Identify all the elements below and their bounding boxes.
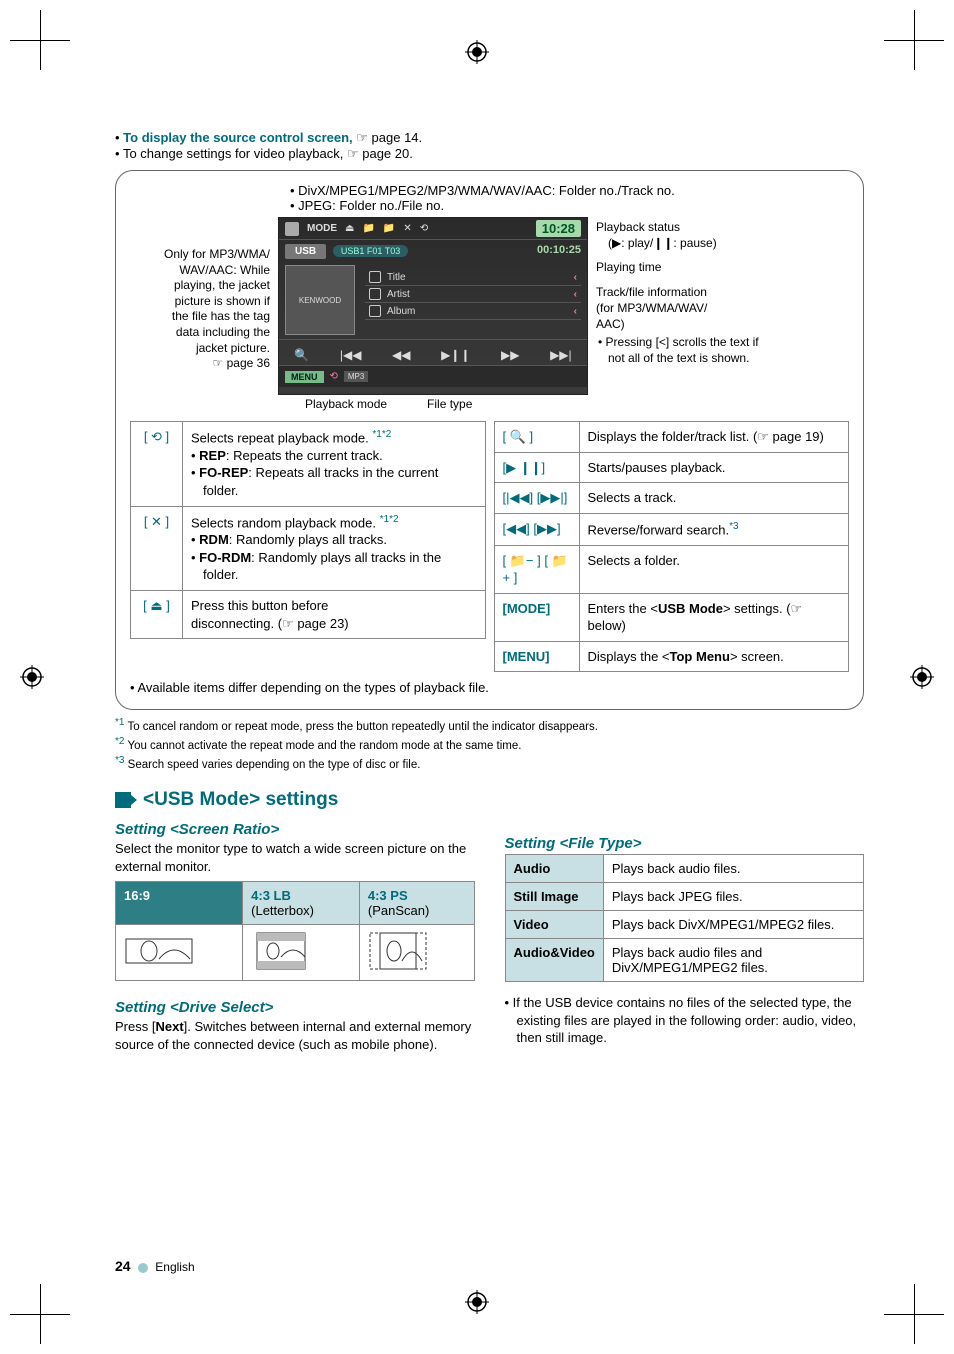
- chevron-left-icon: ‹: [574, 306, 577, 317]
- disc-icon: [369, 305, 381, 317]
- loop-indicator-icon: ⟲: [330, 371, 338, 382]
- drive-select-heading: Setting <Drive Select>: [115, 999, 475, 1016]
- jacket-note: Only for MP3/WMA/ WAV/AAC: While playing…: [130, 217, 270, 372]
- right-annotations: Playback status (▶: play/❙❙: pause) Play…: [596, 217, 766, 375]
- repeat-icon: ⟲: [420, 223, 428, 234]
- top-bullet-2: JPEG: Folder no./File no.: [290, 198, 849, 213]
- play-time: 00:10:25: [537, 244, 581, 256]
- artist-label: Artist: [387, 289, 410, 300]
- registration-mark-icon: [20, 665, 44, 689]
- chevron-left-icon: ‹: [574, 289, 577, 300]
- controls-table-right: [ 🔍 ]Displays the folder/track list. (☞ …: [494, 421, 850, 672]
- playback-mode-label: Playback mode: [305, 397, 387, 411]
- search-key: [◀◀] [▶▶]: [494, 513, 579, 545]
- folder-minus-icon: 📁: [362, 223, 374, 234]
- registration-mark-icon: [465, 40, 489, 64]
- menu-key: [MENU]: [494, 641, 579, 672]
- screen-ratio-para: Select the monitor type to watch a wide …: [115, 840, 475, 875]
- registration-mark-icon: [910, 665, 934, 689]
- note-icon: [369, 271, 381, 283]
- eject-icon: ⏏: [345, 223, 354, 234]
- drive-select-para: Press [Next]. Switches between internal …: [115, 1018, 475, 1053]
- pointer-icon: ☞: [356, 130, 368, 145]
- ratio-4-3-ps-icon: [368, 931, 428, 971]
- clock-display: 10:28: [536, 220, 581, 237]
- intro-line2-suffix: page 20.: [359, 146, 413, 161]
- folder-plus-icon: 📁: [383, 223, 395, 234]
- intro-list: To display the source control screen, ☞ …: [115, 130, 864, 162]
- intro-line2-pre: To change settings for video playback,: [123, 146, 347, 161]
- folder-key: [ 📁− ] [ 📁+ ]: [494, 545, 579, 593]
- random-mode-key: [ ✕ ]: [131, 506, 183, 591]
- repeat-mode-key: [ ⟲ ]: [131, 422, 183, 507]
- shuffle-icon: ✕: [403, 223, 411, 234]
- footer-dot-icon: [138, 1263, 148, 1273]
- ratio-table: 16:9 4:3 LB(Letterbox) 4:3 PS(PanScan): [115, 881, 475, 981]
- section-heading: <USB Mode> settings: [115, 789, 864, 811]
- intro-line1-suffix: page 14.: [368, 130, 422, 145]
- filetype-badge: MP3: [344, 371, 368, 382]
- play-pause-icon: ▶❙❙: [441, 348, 470, 362]
- intro-line1-bold: To display the source control screen,: [123, 130, 356, 145]
- prev-track-icon: |◀◀: [340, 348, 362, 362]
- section-bullet-icon: [115, 792, 131, 808]
- registration-mark-icon: [465, 1290, 489, 1314]
- device-screenshot: MODE ⏏ 📁 📁 ✕ ⟲ 10:28 USB USB1 F01 T03 00…: [278, 217, 588, 395]
- forward-icon: ▶▶: [501, 348, 519, 362]
- list-key: [ 🔍 ]: [494, 422, 579, 453]
- source-label: USB: [285, 244, 326, 259]
- play-pause-key: [▶ ❙❙]: [494, 452, 579, 483]
- eject-key: [ ⏏ ]: [131, 591, 183, 639]
- track-select-key: [|◀◀] [▶▶|]: [494, 483, 579, 514]
- next-track-icon: ▶▶|: [550, 348, 572, 362]
- screen-ratio-heading: Setting <Screen Ratio>: [115, 821, 475, 838]
- person-icon: [369, 288, 381, 300]
- file-type-heading: Setting <File Type>: [505, 835, 865, 852]
- mode-label: MODE: [307, 223, 337, 234]
- availability-note: Available items differ depending on the …: [130, 680, 849, 695]
- file-type-note: • If the USB device contains no files of…: [505, 994, 865, 1047]
- file-type-label: File type: [427, 397, 472, 411]
- search-icon: 🔍: [294, 348, 309, 362]
- title-label: Title: [387, 272, 406, 283]
- diagram-panel: DivX/MPEG1/MPEG2/MP3/WMA/WAV/AAC: Folder…: [115, 170, 864, 710]
- jacket-picture: KENWOOD: [285, 265, 355, 335]
- footnotes: *1 To cancel random or repeat mode, pres…: [115, 716, 864, 773]
- mode-key: [MODE]: [494, 593, 579, 641]
- rewind-icon: ◀◀: [392, 348, 410, 362]
- controls-table-left: [ ⟲ ] Selects repeat playback mode. *1*2…: [130, 421, 486, 639]
- menu-button: MENU: [285, 371, 324, 383]
- pointer-icon: ☞: [213, 356, 224, 370]
- chevron-left-icon: ‹: [574, 272, 577, 283]
- ratio-16-9-icon: [124, 931, 194, 971]
- file-type-table: AudioPlays back audio files. Still Image…: [505, 854, 865, 982]
- home-icon: [285, 222, 299, 236]
- page-footer: 24 English: [115, 1258, 195, 1274]
- ratio-4-3-lb-icon: [251, 931, 311, 971]
- top-bullet-1: DivX/MPEG1/MPEG2/MP3/WMA/WAV/AAC: Folder…: [290, 183, 849, 198]
- album-label: Album: [387, 306, 415, 317]
- section-title: <USB Mode> settings: [143, 789, 338, 811]
- track-indicator: USB1 F01 T03: [333, 245, 408, 257]
- pointer-icon: ☞: [347, 146, 359, 161]
